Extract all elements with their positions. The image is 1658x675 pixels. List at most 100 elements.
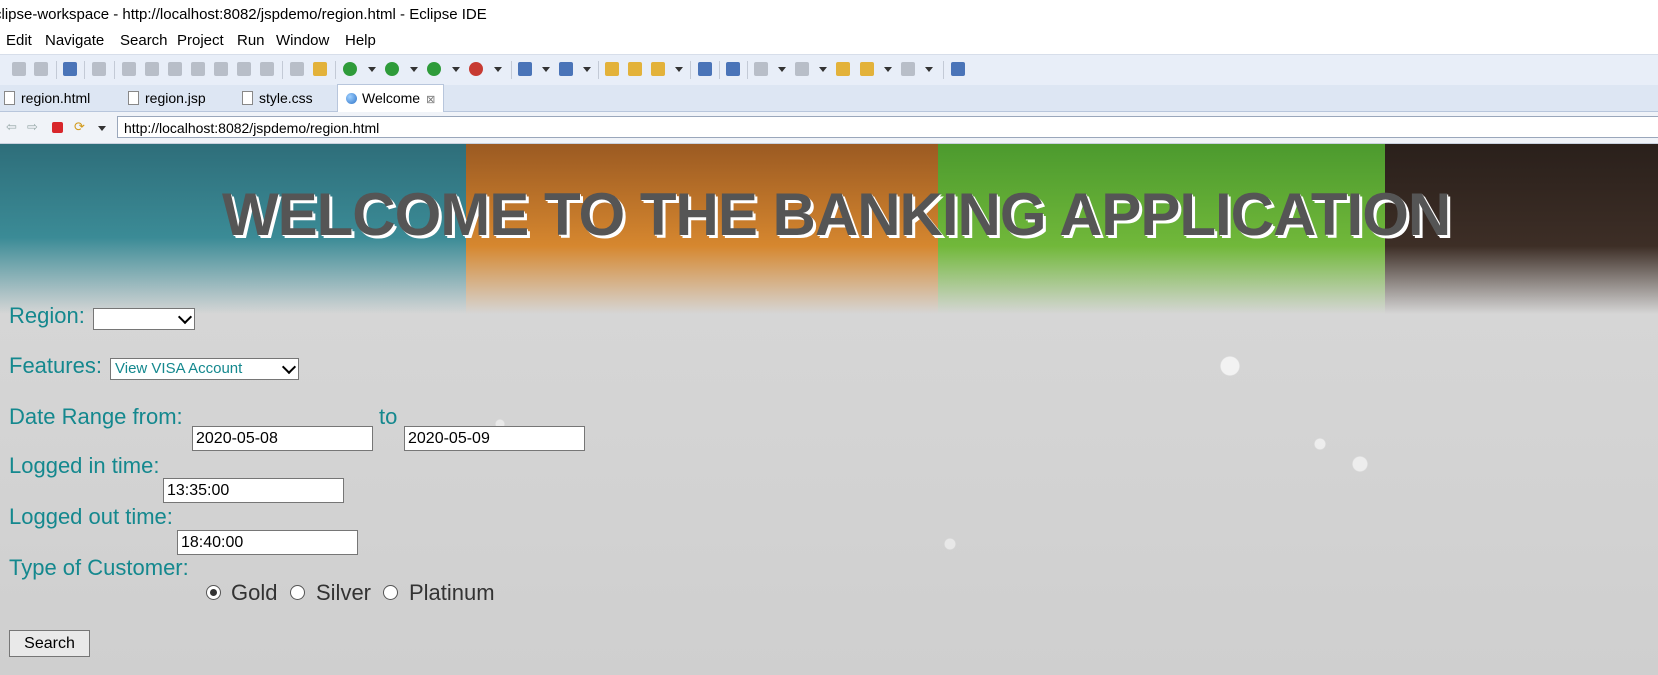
features-select-value: View VISA Account	[115, 360, 243, 377]
search-button[interactable]: Search	[9, 630, 90, 657]
features-select[interactable]: View VISA Account	[110, 358, 299, 380]
new-server-icon[interactable]	[518, 62, 532, 76]
chevron-down-icon	[281, 359, 297, 375]
menu-run[interactable]: Run	[237, 32, 265, 49]
chevron-down-icon[interactable]	[98, 126, 106, 131]
resume-icon[interactable]	[122, 62, 136, 76]
skip-breakpoints-icon[interactable]	[92, 62, 106, 76]
file-icon	[128, 91, 139, 106]
next-annotation-icon[interactable]	[754, 62, 768, 76]
external-tools-icon[interactable]	[469, 62, 483, 76]
forward-icon[interactable]	[901, 62, 915, 76]
menu-search[interactable]: Search	[120, 32, 168, 49]
web-browser-icon[interactable]	[698, 62, 712, 76]
back-icon[interactable]	[860, 62, 874, 76]
file-icon	[4, 91, 15, 106]
use-step-filters-icon[interactable]	[290, 62, 304, 76]
window-title: clipse-workspace - http://localhost:8082…	[0, 6, 487, 23]
banner: WELCOME TO THE BANKING APPLICATION	[0, 144, 1658, 314]
features-label: Features:	[9, 353, 102, 378]
tab-welcome[interactable]: Welcome ⊠	[337, 84, 445, 113]
page-heading: WELCOME TO THE BANKING APPLICATION	[222, 181, 1451, 248]
pencil-icon[interactable]	[651, 62, 665, 76]
chevron-down-icon[interactable]	[675, 67, 683, 72]
previous-annotation-icon[interactable]	[795, 62, 809, 76]
stop-icon[interactable]	[52, 122, 63, 133]
menu-project[interactable]: Project	[177, 32, 224, 49]
save-icon[interactable]	[12, 62, 26, 76]
toolbar-separator	[719, 61, 720, 79]
run-coverage-icon[interactable]	[427, 62, 441, 76]
disconnect-icon[interactable]	[191, 62, 205, 76]
radio-silver[interactable]	[290, 585, 305, 600]
date-to-field[interactable]: 2020-05-09	[404, 426, 585, 451]
menu-window[interactable]: Window	[276, 32, 329, 49]
browser-nav-bar: ⇦ ⇨ ⟳ http://localhost:8082/jspdemo/regi…	[0, 112, 1658, 144]
search-icon[interactable]	[726, 62, 740, 76]
close-icon[interactable]: ⊠	[426, 94, 435, 106]
region-label: Region:	[9, 303, 85, 328]
last-edit-location-icon[interactable]	[836, 62, 850, 76]
logged-out-field[interactable]: 18:40:00	[177, 530, 358, 555]
tab-region-jsp[interactable]: region.jsp	[128, 85, 206, 111]
radio-silver-label: Silver	[316, 580, 372, 605]
open-project-icon[interactable]	[605, 62, 619, 76]
customer-type-label: Type of Customer:	[9, 555, 189, 580]
toolbar-separator	[690, 61, 691, 79]
toolbar-separator	[84, 61, 85, 79]
run-icon[interactable]	[385, 62, 399, 76]
suspend-icon[interactable]	[145, 62, 159, 76]
browser-content: WELCOME TO THE BANKING APPLICATION Regio…	[0, 144, 1658, 675]
toolbar	[0, 54, 1658, 86]
chevron-down-icon[interactable]	[819, 67, 827, 72]
back-arrow-icon[interactable]: ⇦	[6, 121, 17, 134]
editor-tab-bar: region.html region.jsp style.css Welcome…	[0, 84, 1658, 113]
terminate-icon[interactable]	[168, 62, 182, 76]
menu-help[interactable]: Help	[345, 32, 376, 49]
console-icon[interactable]	[63, 62, 77, 76]
radio-gold[interactable]	[206, 585, 221, 600]
chevron-down-icon[interactable]	[452, 67, 460, 72]
refresh-icon[interactable]: ⟳	[74, 121, 85, 134]
url-field[interactable]: http://localhost:8082/jspdemo/region.htm…	[117, 116, 1658, 138]
menu-navigate[interactable]: Navigate	[45, 32, 104, 49]
forward-arrow-icon[interactable]: ⇨	[27, 121, 38, 134]
chevron-down-icon[interactable]	[368, 67, 376, 72]
radio-gold-label: Gold	[231, 580, 278, 605]
chevron-down-icon[interactable]	[884, 67, 892, 72]
tab-region-html[interactable]: region.html	[4, 85, 90, 111]
step-return-icon[interactable]	[260, 62, 274, 76]
step-over-icon[interactable]	[237, 62, 251, 76]
toolbar-separator	[598, 61, 599, 79]
step-into-icon[interactable]	[214, 62, 228, 76]
radio-platinum[interactable]	[383, 585, 398, 600]
date-from-field[interactable]: 2020-05-08	[192, 426, 373, 451]
menu-edit[interactable]: Edit	[6, 32, 32, 49]
logged-in-field[interactable]: 13:35:00	[163, 478, 344, 503]
chevron-down-icon	[177, 309, 193, 325]
toolbar-separator	[511, 61, 512, 79]
chevron-down-icon[interactable]	[925, 67, 933, 72]
toolbar-separator	[56, 61, 57, 79]
open-perspective-icon[interactable]	[951, 62, 965, 76]
tab-label: style.css	[259, 90, 313, 106]
file-icon	[242, 91, 253, 106]
region-select[interactable]	[93, 308, 195, 330]
chevron-down-icon[interactable]	[583, 67, 591, 72]
chevron-down-icon[interactable]	[410, 67, 418, 72]
tab-label: Welcome	[362, 90, 421, 106]
toolbar-separator	[282, 61, 283, 79]
date-range-label: Date Range from:	[9, 404, 183, 429]
chevron-down-icon[interactable]	[494, 67, 502, 72]
open-folder-icon[interactable]	[628, 62, 642, 76]
toolbar-separator	[114, 61, 115, 79]
tab-style-css[interactable]: style.css	[242, 85, 313, 111]
new-java-class-icon[interactable]	[559, 62, 573, 76]
chevron-down-icon[interactable]	[778, 67, 786, 72]
save-all-icon[interactable]	[34, 62, 48, 76]
debug-icon[interactable]	[343, 62, 357, 76]
open-type-icon[interactable]	[313, 62, 327, 76]
logged-in-label: Logged in time:	[9, 453, 160, 478]
toolbar-separator	[747, 61, 748, 79]
chevron-down-icon[interactable]	[542, 67, 550, 72]
